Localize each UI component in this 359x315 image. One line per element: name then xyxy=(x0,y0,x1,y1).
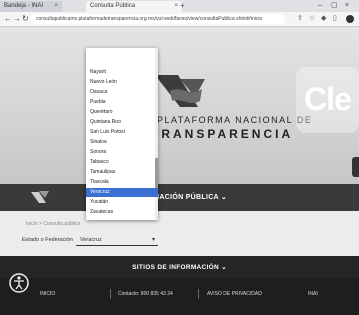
tab-inai[interactable]: Bandeja - INAI × xyxy=(0,1,62,12)
dropdown-option[interactable]: San Luis Potosí xyxy=(86,128,158,137)
search-form-area: Inicio > Consulta pública Estado o Feder… xyxy=(0,211,359,256)
footer-link-inicio[interactable]: INICIO xyxy=(40,291,55,297)
close-icon[interactable]: × xyxy=(174,1,178,12)
new-tab-button[interactable]: + xyxy=(180,0,185,12)
platform-title-line1: PLATAFORMA NACIONAL DE xyxy=(157,115,313,125)
footer-link-inai[interactable]: INAI xyxy=(308,291,318,297)
dropdown-option[interactable]: Nuevo León xyxy=(86,78,158,87)
minimize-button[interactable]: – xyxy=(318,0,322,12)
dropdown-option[interactable]: Sonora xyxy=(86,148,158,157)
dropdown-option[interactable]: Nayarit xyxy=(86,68,158,77)
dropdown-option[interactable]: Sinaloa xyxy=(86,138,158,147)
nav-logo-icon[interactable] xyxy=(30,189,50,207)
footer-contact: Contacto: 800 835 43 24 xyxy=(118,291,173,297)
address-bar-row: ← → ↻ consultapublicamx.plataformadetran… xyxy=(0,12,359,27)
state-dropdown-list[interactable]: Nayarit Nuevo León Oaxaca Puebla Querétaro Qu… xyxy=(86,48,158,220)
sidebar-icon[interactable]: ▯ xyxy=(333,12,337,26)
maximize-button[interactable]: ▢ xyxy=(331,0,338,12)
url-input[interactable]: consultapublicamx.plataformadetransparen… xyxy=(30,14,285,24)
main-nav-band: INFORMACIÓN PÚBLICA ⌄ xyxy=(0,184,359,211)
chevron-down-icon: ▾ xyxy=(151,237,155,243)
profile-avatar[interactable] xyxy=(346,15,354,23)
extension-icon[interactable]: ◆ xyxy=(321,12,326,26)
dropdown-option[interactable]: Oaxaca xyxy=(86,88,158,97)
dropdown-option[interactable]: Zacatecas xyxy=(86,208,158,217)
bookmark-star-icon[interactable]: ☆ xyxy=(309,12,315,26)
dropdown-option[interactable]: Tabasco xyxy=(86,158,158,167)
state-select-value: Veracruz xyxy=(80,237,102,243)
back-icon[interactable]: ← xyxy=(4,12,12,26)
dropdown-option[interactable]: Yucatán xyxy=(86,198,158,207)
footer-divider xyxy=(110,289,111,299)
hero-header: PLATAFORMA NACIONAL DE TRANSPARENCIA Cle xyxy=(0,27,359,184)
sitios-de-informacion-menu[interactable]: SITIOS DE INFORMACIÓN ⌄ xyxy=(0,263,359,271)
dropdown-option[interactable]: Tamaulipas xyxy=(86,168,158,177)
tab-title: Consulta Pública xyxy=(90,3,136,9)
dropdown-option[interactable]: Querétaro xyxy=(86,108,158,117)
footer-link-privacy[interactable]: AVISO DE PRIVACIDAD xyxy=(207,291,262,297)
dropdown-option[interactable]: Veracruz xyxy=(86,188,158,197)
platform-title-line2: TRANSPARENCIA xyxy=(151,127,294,141)
dropdown-option[interactable]: Tlaxcala xyxy=(86,178,158,187)
browser-tab-bar: Bandeja - INAI × Consulta Pública × + – … xyxy=(0,0,359,12)
sites-band: SITIOS DE INFORMACIÓN ⌄ xyxy=(0,256,359,278)
tab-title: Bandeja - INAI xyxy=(4,3,44,9)
state-select[interactable]: Veracruz ▾ xyxy=(76,234,158,246)
share-icon[interactable]: ⇪ xyxy=(297,12,303,26)
tab-consulta-publica[interactable]: Consulta Pública × xyxy=(86,1,182,12)
breadcrumb: Inicio > Consulta pública xyxy=(26,221,81,227)
dropdown-option[interactable]: Quintana Roo xyxy=(86,118,158,127)
close-icon[interactable]: × xyxy=(54,1,58,12)
side-tab-badge[interactable] xyxy=(352,157,359,177)
state-field-label: Estado o Federación xyxy=(22,237,73,243)
dropdown-option[interactable]: Puebla xyxy=(86,98,158,107)
hero-side-text: Cle xyxy=(304,81,352,117)
footer: INICIO Contacto: 800 835 43 24 AVISO DE … xyxy=(0,273,359,315)
hero-side-graphic: Cle xyxy=(296,67,359,133)
footer-divider xyxy=(198,289,199,299)
close-window-button[interactable]: × xyxy=(345,0,349,12)
forward-icon[interactable]: → xyxy=(13,12,21,26)
reload-icon[interactable]: ↻ xyxy=(22,12,29,26)
accessibility-icon[interactable] xyxy=(9,272,29,294)
